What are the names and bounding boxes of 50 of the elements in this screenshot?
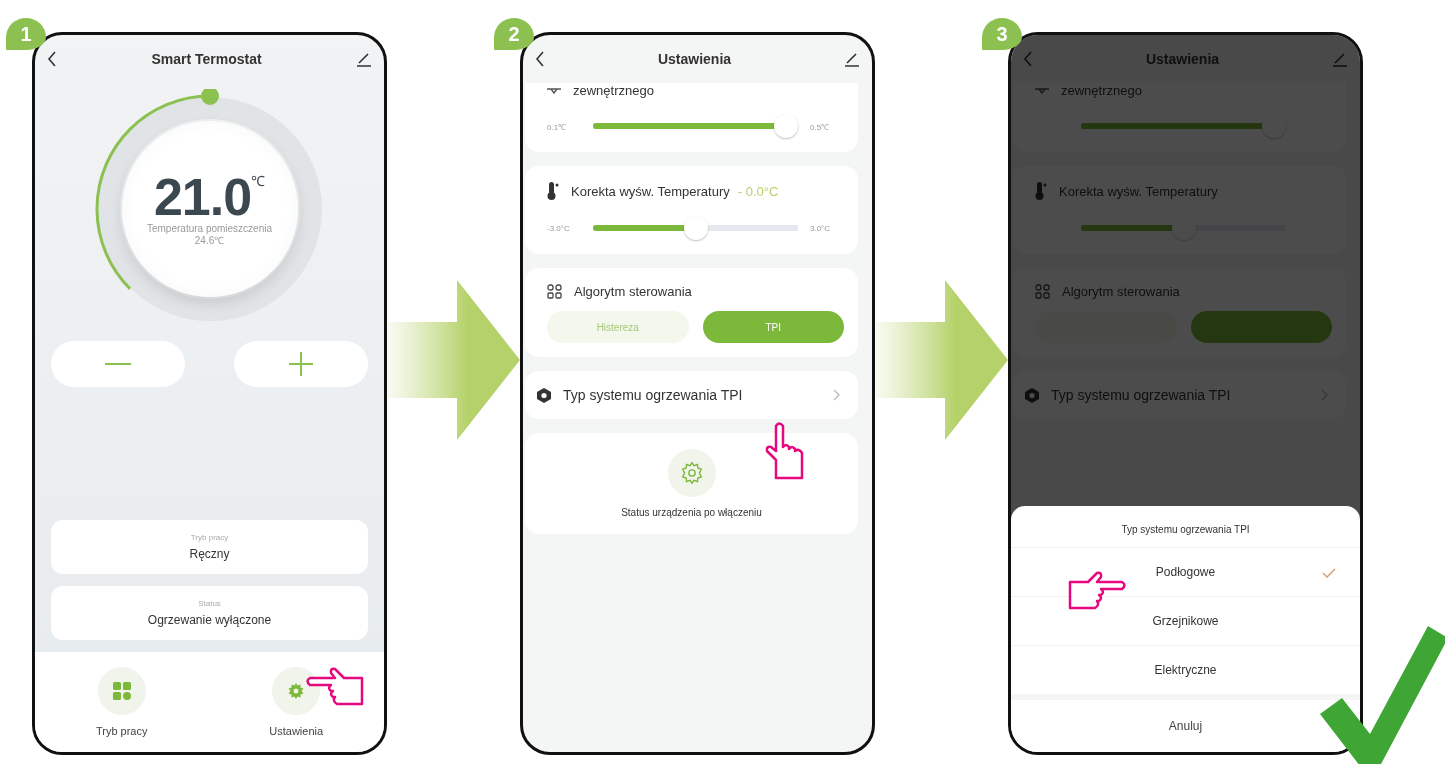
step-number-badge: 2 (494, 18, 534, 50)
pointing-hand-icon (764, 420, 806, 482)
setting-link-row[interactable]: Typ systemu ogrzewania TPI (525, 371, 858, 419)
checkmark-icon (1320, 626, 1445, 764)
thermometer-icon (547, 182, 559, 200)
info-label: Tryb pracy (190, 533, 229, 542)
room-temperature-value: 24.6℃ (194, 235, 225, 247)
screen-title: Ustawienia (1145, 51, 1220, 67)
setting-icon (547, 87, 561, 94)
setting-value: - 0.0°C (737, 183, 779, 199)
setting-label: Korekta wyśw. Temperatury (1059, 183, 1218, 199)
edit-icon[interactable] (356, 51, 372, 67)
screen-title: Smart Termostat (151, 51, 262, 67)
grid-icon (547, 284, 562, 299)
gear-icon (680, 462, 703, 484)
setting-label: zewnętrznego (1061, 83, 1142, 98)
slider-max-label: 3.0°C (810, 223, 831, 233)
edit-icon[interactable] (844, 51, 860, 67)
sheet-title: Typ systemu ogrzewania TPI (1120, 523, 1251, 537)
gear-icon (288, 683, 305, 699)
grid-icon (112, 682, 131, 700)
step-number-badge: 1 (6, 18, 46, 50)
dial-thumb[interactable] (200, 89, 219, 105)
chevron-right-icon (833, 389, 840, 401)
info-value: Ogrzewanie wyłączone (147, 613, 272, 627)
unit-label: ℃ (251, 172, 266, 190)
setting-label: Korekta wyśw. Temperatury (571, 183, 730, 199)
slider-min-label: -3.0°C (547, 223, 570, 233)
setting-label: Algorytm sterowania (574, 284, 692, 299)
setting-label: zewnętrznego (573, 83, 654, 98)
hexagon-icon (537, 387, 551, 403)
back-icon[interactable] (47, 51, 57, 67)
slider-min-label: 0.1℃ (547, 122, 567, 132)
slider-max-label: 0.5℃ (810, 122, 830, 132)
info-value: Ręczny (189, 547, 230, 561)
info-label: Status (198, 599, 221, 608)
pointing-hand-icon (1066, 570, 1128, 612)
setting-tile[interactable]: Status urządzenia po włączeniu (525, 433, 858, 534)
setpoint-temperature: 21.0 (153, 171, 252, 223)
room-temperature-label: Temperatura pomieszczenia (146, 223, 273, 235)
right-arrow-icon (875, 280, 1008, 440)
right-arrow-icon (387, 280, 520, 440)
back-icon[interactable] (535, 51, 545, 67)
minus-icon (105, 362, 131, 366)
screen-title: Ustawienia (657, 51, 732, 67)
setting-label: Algorytm sterowania (1062, 284, 1180, 299)
plus-icon (289, 352, 313, 376)
step-number-badge: 3 (982, 18, 1022, 50)
pointing-hand-icon (304, 666, 366, 708)
cancel-button[interactable]: Anuluj (1011, 694, 1360, 752)
